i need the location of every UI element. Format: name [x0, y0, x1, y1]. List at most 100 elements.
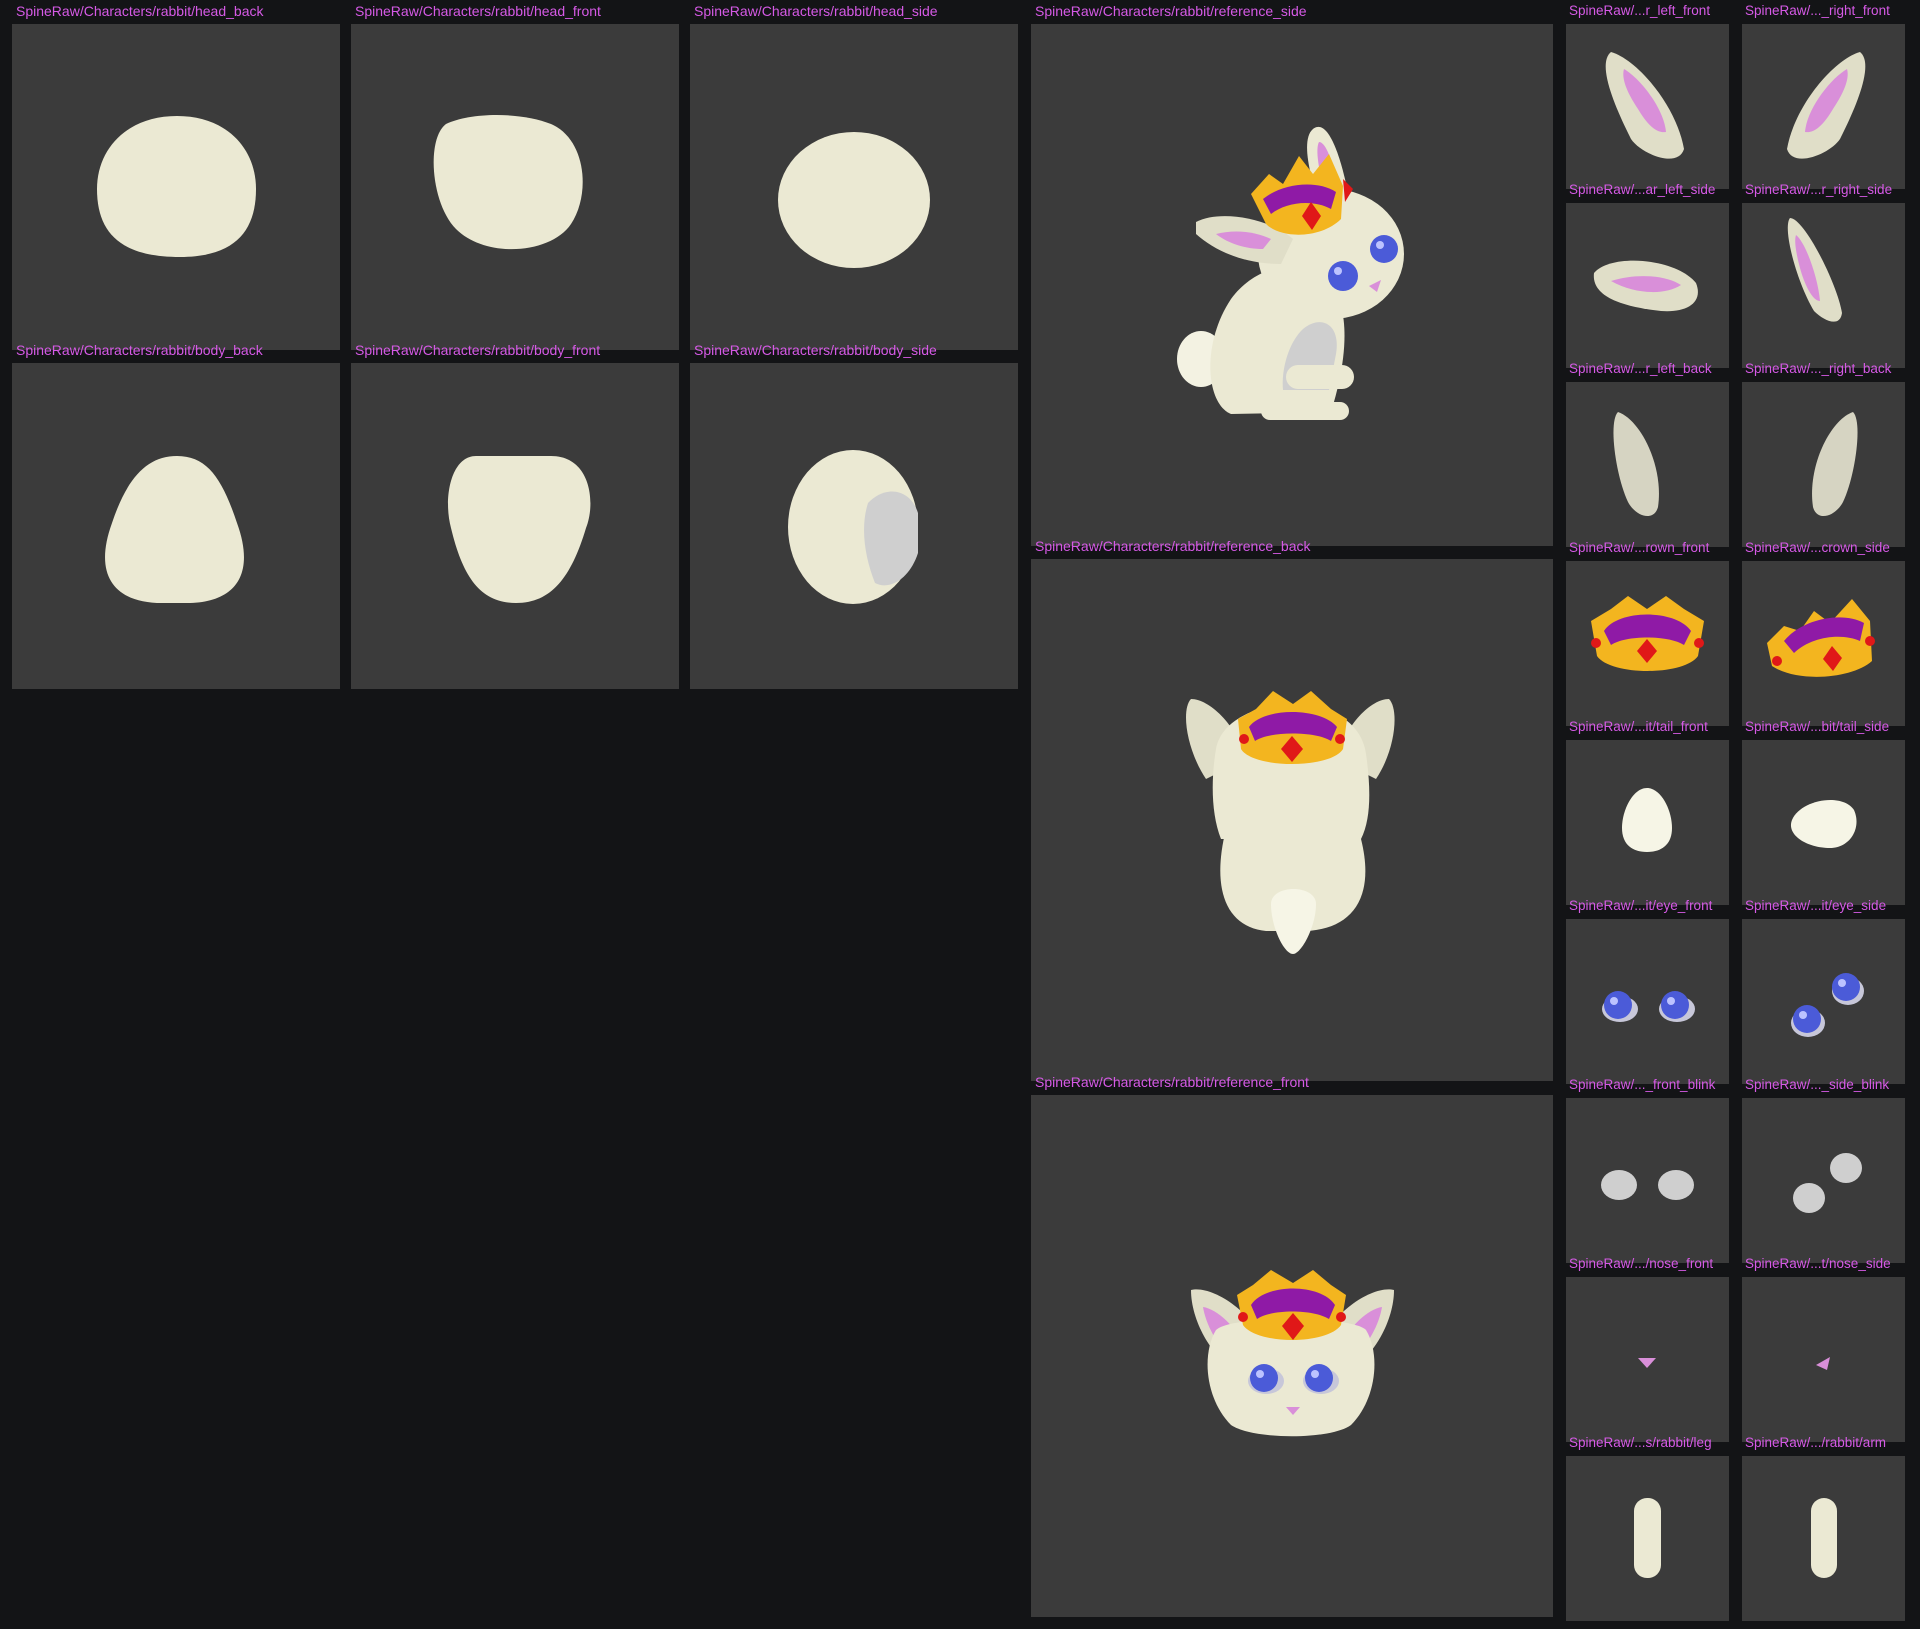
sprite-preview: [1031, 1095, 1553, 1617]
crown-front-sprite: [1591, 596, 1704, 671]
sprite-label: SpineRaw/...bit/tail_side: [1745, 719, 1890, 734]
sprite-cell-head-back[interactable]: SpineRaw/Characters/rabbit/head_back: [12, 0, 340, 352]
sprite-preview: [1031, 559, 1553, 1081]
nose-side-sprite: [1816, 1357, 1830, 1370]
sprite-cell-body-back[interactable]: SpineRaw/Characters/rabbit/body_back: [12, 339, 340, 691]
sprite-cell-ear-left-back[interactable]: SpineRaw/...r_left_back: [1566, 358, 1729, 548]
sprite-preview: [1742, 561, 1905, 726]
ear-right-side-sprite: [1787, 218, 1842, 322]
sprite-preview: [1566, 203, 1729, 368]
sprite-label: SpineRaw/...ar_left_side: [1569, 182, 1716, 197]
ear-right-front-sprite: [1787, 52, 1866, 159]
sprite-preview: [1742, 1456, 1905, 1621]
sprite-cell-nose-side[interactable]: SpineRaw/...t/nose_side: [1742, 1253, 1905, 1443]
sprite-cell-crown-front[interactable]: SpineRaw/...rown_front: [1566, 537, 1729, 727]
sprite-label: SpineRaw/Characters/rabbit/head_front: [355, 3, 601, 19]
sprite-preview: [351, 363, 679, 689]
sprite-label: SpineRaw/...crown_side: [1745, 540, 1890, 555]
sprite-preview: [1566, 1098, 1729, 1263]
sprite-label: SpineRaw/...rown_front: [1569, 540, 1710, 555]
head-side-sprite: [778, 132, 930, 268]
sprite-preview: [1566, 740, 1729, 905]
tail-front-sprite: [1622, 788, 1672, 852]
sprite-cell-ear-right-front[interactable]: SpineRaw/..._right_front: [1742, 0, 1905, 190]
sprite-cell-ear-right-side[interactable]: SpineRaw/...r_right_side: [1742, 179, 1905, 369]
sprite-label: SpineRaw/Characters/rabbit/body_back: [16, 342, 263, 358]
sprite-label: SpineRaw/..._right_back: [1745, 361, 1892, 376]
sprite-cell-head-front[interactable]: SpineRaw/Characters/rabbit/head_front: [351, 0, 679, 352]
head-front-sprite: [433, 115, 583, 250]
sprite-preview: [1742, 1098, 1905, 1263]
eye-front-sprite: [1602, 991, 1695, 1022]
body-back-sprite: [105, 456, 244, 603]
eye-front-blink-sprite: [1601, 1170, 1694, 1200]
sprite-label: SpineRaw/..._side_blink: [1745, 1077, 1890, 1092]
sprite-label: SpineRaw/...it/eye_side: [1745, 898, 1887, 913]
sprite-label: SpineRaw/..._front_blink: [1569, 1077, 1716, 1092]
ear-right-back-sprite: [1812, 412, 1858, 517]
sprite-cell-ear-left-front[interactable]: SpineRaw/...r_left_front: [1566, 0, 1729, 190]
sprite-preview: [690, 24, 1018, 350]
sprite-cell-reference-back[interactable]: SpineRaw/Characters/rabbit/reference_bac…: [1031, 535, 1553, 1083]
nose-front-sprite: [1638, 1358, 1656, 1368]
sprite-cell-body-side[interactable]: SpineRaw/Characters/rabbit/body_side: [690, 339, 1018, 691]
sprite-preview: [1742, 24, 1905, 189]
sprite-cell-eye-front-blink[interactable]: SpineRaw/..._front_blink: [1566, 1074, 1729, 1264]
sprite-cell-reference-side[interactable]: SpineRaw/Characters/rabbit/reference_sid…: [1031, 0, 1553, 548]
sprite-cell-arm[interactable]: SpineRaw/.../rabbit/arm: [1742, 1432, 1905, 1622]
sprite-cell-tail-side[interactable]: SpineRaw/...bit/tail_side: [1742, 716, 1905, 906]
sprite-preview: [1566, 382, 1729, 547]
sprite-label: SpineRaw/Characters/rabbit/head_side: [694, 3, 938, 19]
sprite-label: SpineRaw/Characters/rabbit/reference_bac…: [1035, 538, 1311, 554]
sprite-cell-ear-left-side[interactable]: SpineRaw/...ar_left_side: [1566, 179, 1729, 369]
sprite-preview: [1566, 919, 1729, 1084]
sprite-cell-eye-side-blink[interactable]: SpineRaw/..._side_blink: [1742, 1074, 1905, 1264]
arm-sprite: [1811, 1498, 1837, 1578]
sprite-cell-eye-front[interactable]: SpineRaw/...it/eye_front: [1566, 895, 1729, 1085]
sprite-label: SpineRaw/Characters/rabbit/body_side: [694, 342, 937, 358]
sprite-cell-tail-front[interactable]: SpineRaw/...it/tail_front: [1566, 716, 1729, 906]
head-back-sprite: [97, 116, 256, 257]
sprite-cell-leg[interactable]: SpineRaw/...s/rabbit/leg: [1566, 1432, 1729, 1622]
reference-front-sprite: [1191, 1270, 1394, 1437]
sprite-preview: [1742, 382, 1905, 547]
ear-left-front-sprite: [1605, 52, 1684, 159]
sprite-label: SpineRaw/...it/tail_front: [1569, 719, 1708, 734]
sprite-cell-crown-side[interactable]: SpineRaw/...crown_side: [1742, 537, 1905, 727]
sprite-label: SpineRaw/...t/nose_side: [1745, 1256, 1891, 1271]
sprite-label: SpineRaw/...s/rabbit/leg: [1569, 1435, 1712, 1450]
sprite-preview: [1742, 1277, 1905, 1442]
sprite-label: SpineRaw/...r_left_back: [1569, 361, 1712, 376]
sprite-label: SpineRaw/...r_left_front: [1569, 3, 1711, 18]
sprite-cell-ear-right-back[interactable]: SpineRaw/..._right_back: [1742, 358, 1905, 548]
sprite-label: SpineRaw/Characters/rabbit/reference_sid…: [1035, 3, 1307, 19]
sprite-cell-body-front[interactable]: SpineRaw/Characters/rabbit/body_front: [351, 339, 679, 691]
ear-left-back-sprite: [1613, 412, 1659, 517]
sprite-preview: [1566, 1456, 1729, 1621]
body-front-sprite: [448, 456, 591, 603]
sprite-preview: [690, 363, 1018, 689]
sprite-preview: [12, 363, 340, 689]
sprite-preview: [1031, 24, 1553, 546]
sprite-label: SpineRaw/Characters/rabbit/reference_fro…: [1035, 1074, 1309, 1090]
leg-sprite: [1634, 1498, 1661, 1578]
sprite-preview: [1566, 561, 1729, 726]
sprite-label: SpineRaw/Characters/rabbit/head_back: [16, 3, 264, 19]
sprite-label: SpineRaw/..._right_front: [1745, 3, 1890, 18]
sprite-cell-reference-front[interactable]: SpineRaw/Characters/rabbit/reference_fro…: [1031, 1071, 1553, 1619]
reference-side-sprite: [1177, 126, 1404, 420]
sprite-preview: [1742, 740, 1905, 905]
sprite-cell-nose-front[interactable]: SpineRaw/.../nose_front: [1566, 1253, 1729, 1443]
sprite-preview: [1566, 1277, 1729, 1442]
eye-side-blink-sprite: [1793, 1153, 1862, 1213]
sprite-cell-eye-side[interactable]: SpineRaw/...it/eye_side: [1742, 895, 1905, 1085]
sprite-label: SpineRaw/.../rabbit/arm: [1745, 1435, 1887, 1450]
sprite-cell-head-side[interactable]: SpineRaw/Characters/rabbit/head_side: [690, 0, 1018, 352]
ear-left-side-sprite: [1593, 260, 1698, 312]
sprite-preview: [351, 24, 679, 350]
body-side-sprite: [788, 450, 918, 604]
tail-side-sprite: [1790, 799, 1857, 848]
sprite-label: SpineRaw/...it/eye_front: [1569, 898, 1713, 913]
sprite-preview: [1566, 24, 1729, 189]
crown-side-sprite: [1767, 599, 1875, 677]
